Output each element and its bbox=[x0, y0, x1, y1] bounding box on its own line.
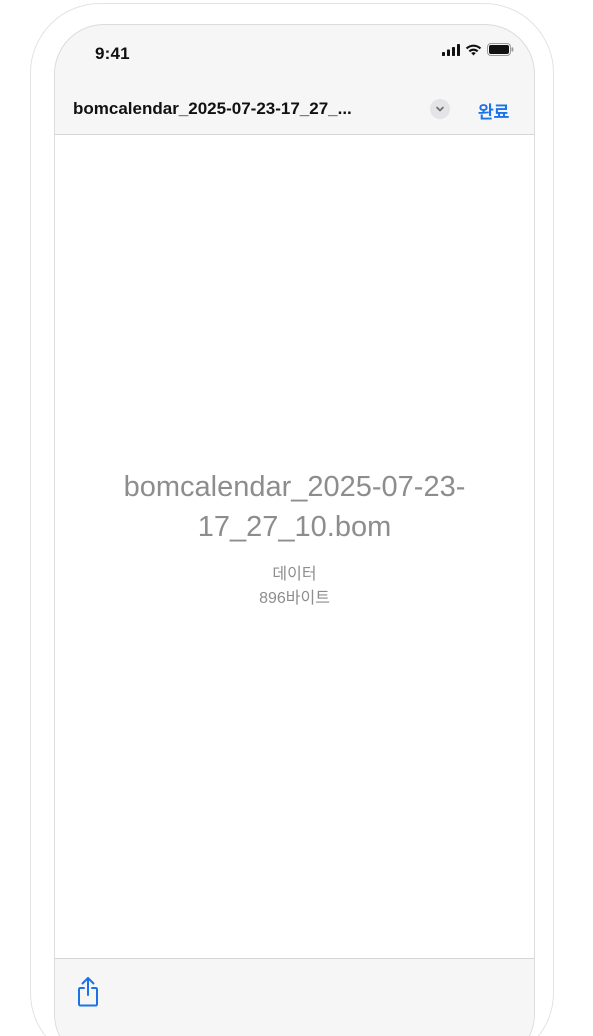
navigation-bar: bomcalendar_2025-07-23-17_27_... 완료 bbox=[55, 88, 534, 132]
share-button[interactable] bbox=[73, 975, 103, 1009]
share-icon bbox=[78, 977, 98, 1007]
file-preview: bomcalendar_2025-07-23- 17_27_10.bom 데이터 … bbox=[55, 135, 534, 958]
file-size: 896바이트 bbox=[259, 590, 330, 607]
done-button[interactable]: 완료 bbox=[478, 98, 509, 123]
file-name: bomcalendar_2025-07-23- 17_27_10.bom bbox=[123, 471, 466, 543]
wifi-icon bbox=[465, 43, 482, 61]
chevron-down-icon bbox=[436, 106, 444, 112]
device-screen: 9:41 bomcalendar_2025-07-23-17_27_... 완료… bbox=[54, 24, 535, 1036]
screen: 9:41 bomcalendar_2025-07-23-17_27_... 완료… bbox=[0, 0, 593, 1036]
title-menu-button[interactable] bbox=[430, 99, 450, 119]
status-icons bbox=[442, 43, 514, 61]
battery-icon bbox=[487, 43, 514, 61]
status-time: 9:41 bbox=[95, 44, 130, 63]
bottom-toolbar bbox=[55, 959, 534, 1036]
document-title[interactable]: bomcalendar_2025-07-23-17_27_... bbox=[73, 99, 352, 119]
cellular-signal-icon bbox=[442, 43, 460, 61]
file-kind: 데이터 bbox=[272, 566, 317, 583]
status-bar: 9:41 bbox=[55, 25, 534, 85]
